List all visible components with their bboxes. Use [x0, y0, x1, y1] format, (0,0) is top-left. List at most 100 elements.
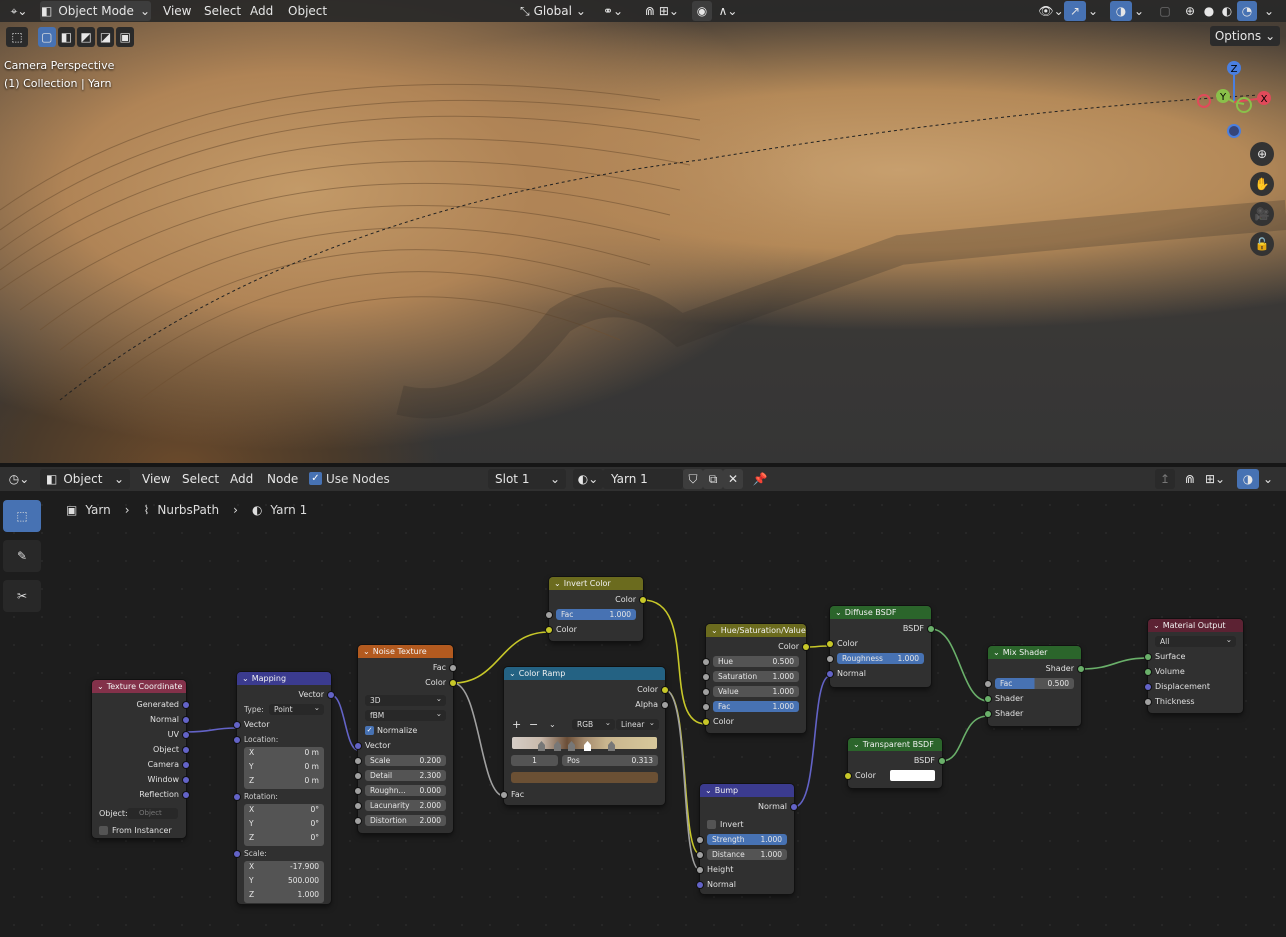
socket[interactable]	[697, 837, 703, 843]
zoom-icon[interactable]: ⊕	[1250, 142, 1274, 166]
socket[interactable]	[703, 689, 709, 695]
noise-texture-node[interactable]: Noise Texture Fac Color 3D fBM ✓Normaliz…	[355, 645, 456, 833]
mapping-node[interactable]: Mapping Vector Type:Point Vector Locatio…	[234, 672, 334, 904]
color-mode-dropdown[interactable]: RGB	[572, 717, 615, 730]
snap-icon[interactable]: ⋒ ⊞⌄	[636, 1, 688, 21]
select-subtract-icon[interactable]: ◩	[77, 27, 95, 47]
socket[interactable]	[183, 777, 189, 783]
socket[interactable]	[328, 692, 334, 698]
distance-field[interactable]: Distance 1.000	[707, 849, 787, 860]
material-shading-icon[interactable]: ◐	[1218, 1, 1236, 21]
socket[interactable]	[703, 674, 709, 680]
socket[interactable]	[703, 719, 709, 725]
remove-stop-icon[interactable]: −	[529, 717, 538, 732]
editor-type-icon[interactable]: ⌖⌄	[4, 2, 34, 20]
socket[interactable]	[355, 743, 361, 749]
rotation-fields[interactable]: X 0° Y 0° Z 0°	[244, 804, 324, 846]
select-extend-icon[interactable]: ◧	[57, 27, 76, 47]
snap-element-icon[interactable]: ⊞⌄	[1200, 469, 1230, 489]
socket[interactable]	[985, 696, 991, 702]
socket[interactable]	[939, 758, 945, 764]
location-fields[interactable]: X0 m Y0 m Z0 m	[244, 747, 324, 789]
socket[interactable]	[234, 722, 240, 728]
menu-view[interactable]: View	[136, 468, 176, 490]
menu-view[interactable]: View	[157, 0, 197, 22]
interpolation-dropdown[interactable]: Linear	[616, 717, 659, 730]
socket[interactable]	[183, 747, 189, 753]
rendered-shading-icon[interactable]: ◔	[1237, 1, 1257, 21]
pivot-icon[interactable]: ⚭⌄	[598, 1, 628, 21]
socket[interactable]	[697, 882, 703, 888]
stop-color-swatch[interactable]	[511, 772, 658, 783]
material-name-field[interactable]: Yarn 1	[603, 469, 683, 489]
socket[interactable]	[234, 737, 240, 743]
pan-hand-icon[interactable]: ✋	[1250, 172, 1274, 196]
socket[interactable]	[234, 851, 240, 857]
hue-field[interactable]: Hue 0.500	[713, 656, 799, 667]
color-swatch[interactable]	[890, 770, 935, 781]
ramp-stop[interactable]	[538, 741, 545, 751]
fac-field[interactable]: Fac 1.000	[713, 701, 799, 712]
fake-user-shield-icon[interactable]: ⛉	[683, 469, 703, 489]
socket[interactable]	[845, 773, 851, 779]
overlay-toggle-icon[interactable]: ◑	[1237, 469, 1259, 489]
editor-type-icon[interactable]: ◷⌄	[4, 469, 34, 489]
menu-object[interactable]: Object	[282, 0, 333, 22]
socket[interactable]	[450, 680, 456, 686]
solid-shading-icon[interactable]: ●	[1200, 1, 1218, 21]
socket[interactable]	[1145, 699, 1151, 705]
pin-icon[interactable]: 📌	[750, 469, 770, 489]
node-editor-canvas[interactable]: ⬚ ✎ ✂ ▣Yarn › ⌇NurbsPath › ◐Yarn 1 Textu…	[0, 491, 1286, 937]
select-new-icon[interactable]: ▢	[38, 27, 56, 47]
mode-dropdown[interactable]: ◧ Object Mode ⌄	[40, 1, 151, 21]
socket[interactable]	[697, 852, 703, 858]
socket[interactable]	[450, 665, 456, 671]
from-instancer-checkbox[interactable]	[99, 826, 108, 835]
select-intersect-icon[interactable]: ▣	[116, 27, 134, 47]
socket[interactable]	[827, 656, 833, 662]
chevron-down-icon[interactable]: ⌄	[1260, 469, 1276, 489]
camera-icon[interactable]: 🎥	[1250, 202, 1274, 226]
socket[interactable]	[1078, 666, 1084, 672]
socket[interactable]	[703, 659, 709, 665]
texture-coordinate-node[interactable]: Texture Coordinate Generated Normal UV O…	[92, 680, 189, 838]
ramp-stop[interactable]	[608, 741, 615, 751]
transform-orientation[interactable]: ⤡ Global ⌄	[515, 1, 591, 21]
ramp-stop-active[interactable]	[584, 741, 591, 751]
select-tool-icon[interactable]: ⬚	[6, 27, 28, 47]
saturation-field[interactable]: Saturation 1.000	[713, 671, 799, 682]
object-field[interactable]: Object	[127, 808, 178, 819]
roughness-field[interactable]: Roughn... 0.000	[365, 785, 446, 796]
socket[interactable]	[355, 803, 361, 809]
shader-type-dropdown[interactable]: ◧ Object ⌄	[40, 469, 130, 489]
overlay-toggle-icon[interactable]: ◑	[1110, 1, 1132, 21]
scale-fields[interactable]: X -17.900 Y 500.000 Z 1.000	[244, 861, 324, 903]
chevron-down-icon[interactable]: ⌄	[549, 717, 556, 732]
socket[interactable]	[928, 626, 934, 632]
socket[interactable]	[985, 711, 991, 717]
hue-saturation-value-node[interactable]: Hue/Saturation/Value Color Hue0.500 Satu…	[703, 624, 809, 733]
snap-icon[interactable]: ⋒	[1180, 469, 1200, 489]
mix-shader-node[interactable]: Mix Shader Shader Fac0.500 Shader Shader	[985, 646, 1084, 726]
duplicate-material-icon[interactable]: ⧉	[703, 469, 723, 489]
xray-icon[interactable]: ▢	[1156, 1, 1174, 21]
gizmo-toggle-icon[interactable]: ↗	[1064, 1, 1086, 21]
socket[interactable]	[183, 762, 189, 768]
wireframe-shading-icon[interactable]: ⊕	[1180, 1, 1200, 21]
menu-add[interactable]: Add	[244, 0, 279, 22]
material-output-node[interactable]: Material Output All Surface Volume Displ…	[1145, 619, 1243, 713]
type-dropdown[interactable]: Point	[269, 702, 324, 715]
falloff-icon[interactable]: ∧⌄	[714, 1, 742, 21]
socket[interactable]	[791, 804, 797, 810]
socket[interactable]	[827, 641, 833, 647]
navigation-gizmo[interactable]: Z Y X	[1192, 58, 1278, 144]
invert-checkbox[interactable]	[707, 820, 716, 829]
chevron-down-icon[interactable]: ⌄	[1260, 1, 1278, 21]
socket[interactable]	[501, 792, 507, 798]
roughness-field[interactable]: Roughness 1.000	[837, 653, 924, 664]
socket[interactable]	[662, 702, 668, 708]
ramp-stop[interactable]	[554, 741, 561, 751]
target-dropdown[interactable]: All	[1155, 634, 1236, 647]
stop-position-field[interactable]: Pos 0.313	[562, 755, 658, 766]
bump-node[interactable]: Bump Normal Invert Strength1.000 Distanc…	[697, 784, 797, 894]
